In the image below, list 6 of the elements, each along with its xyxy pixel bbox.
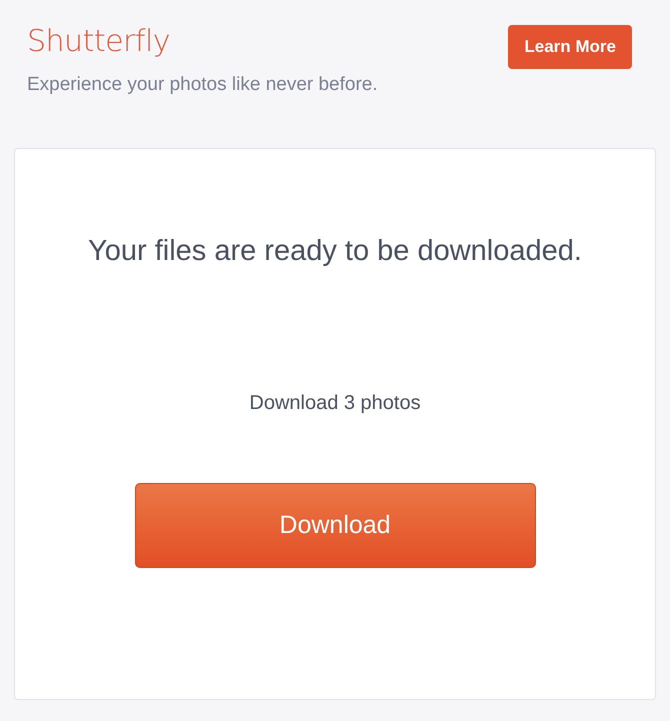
download-button[interactable]: Download xyxy=(134,483,536,568)
ready-heading: Your files are ready to be downloaded. xyxy=(88,235,582,268)
logo: Shutterfly xyxy=(27,24,172,60)
photo-count-text: Download 3 photos xyxy=(249,392,421,415)
tagline: Experience your photos like never before. xyxy=(27,74,378,96)
learn-more-button[interactable]: Learn More xyxy=(508,25,632,69)
